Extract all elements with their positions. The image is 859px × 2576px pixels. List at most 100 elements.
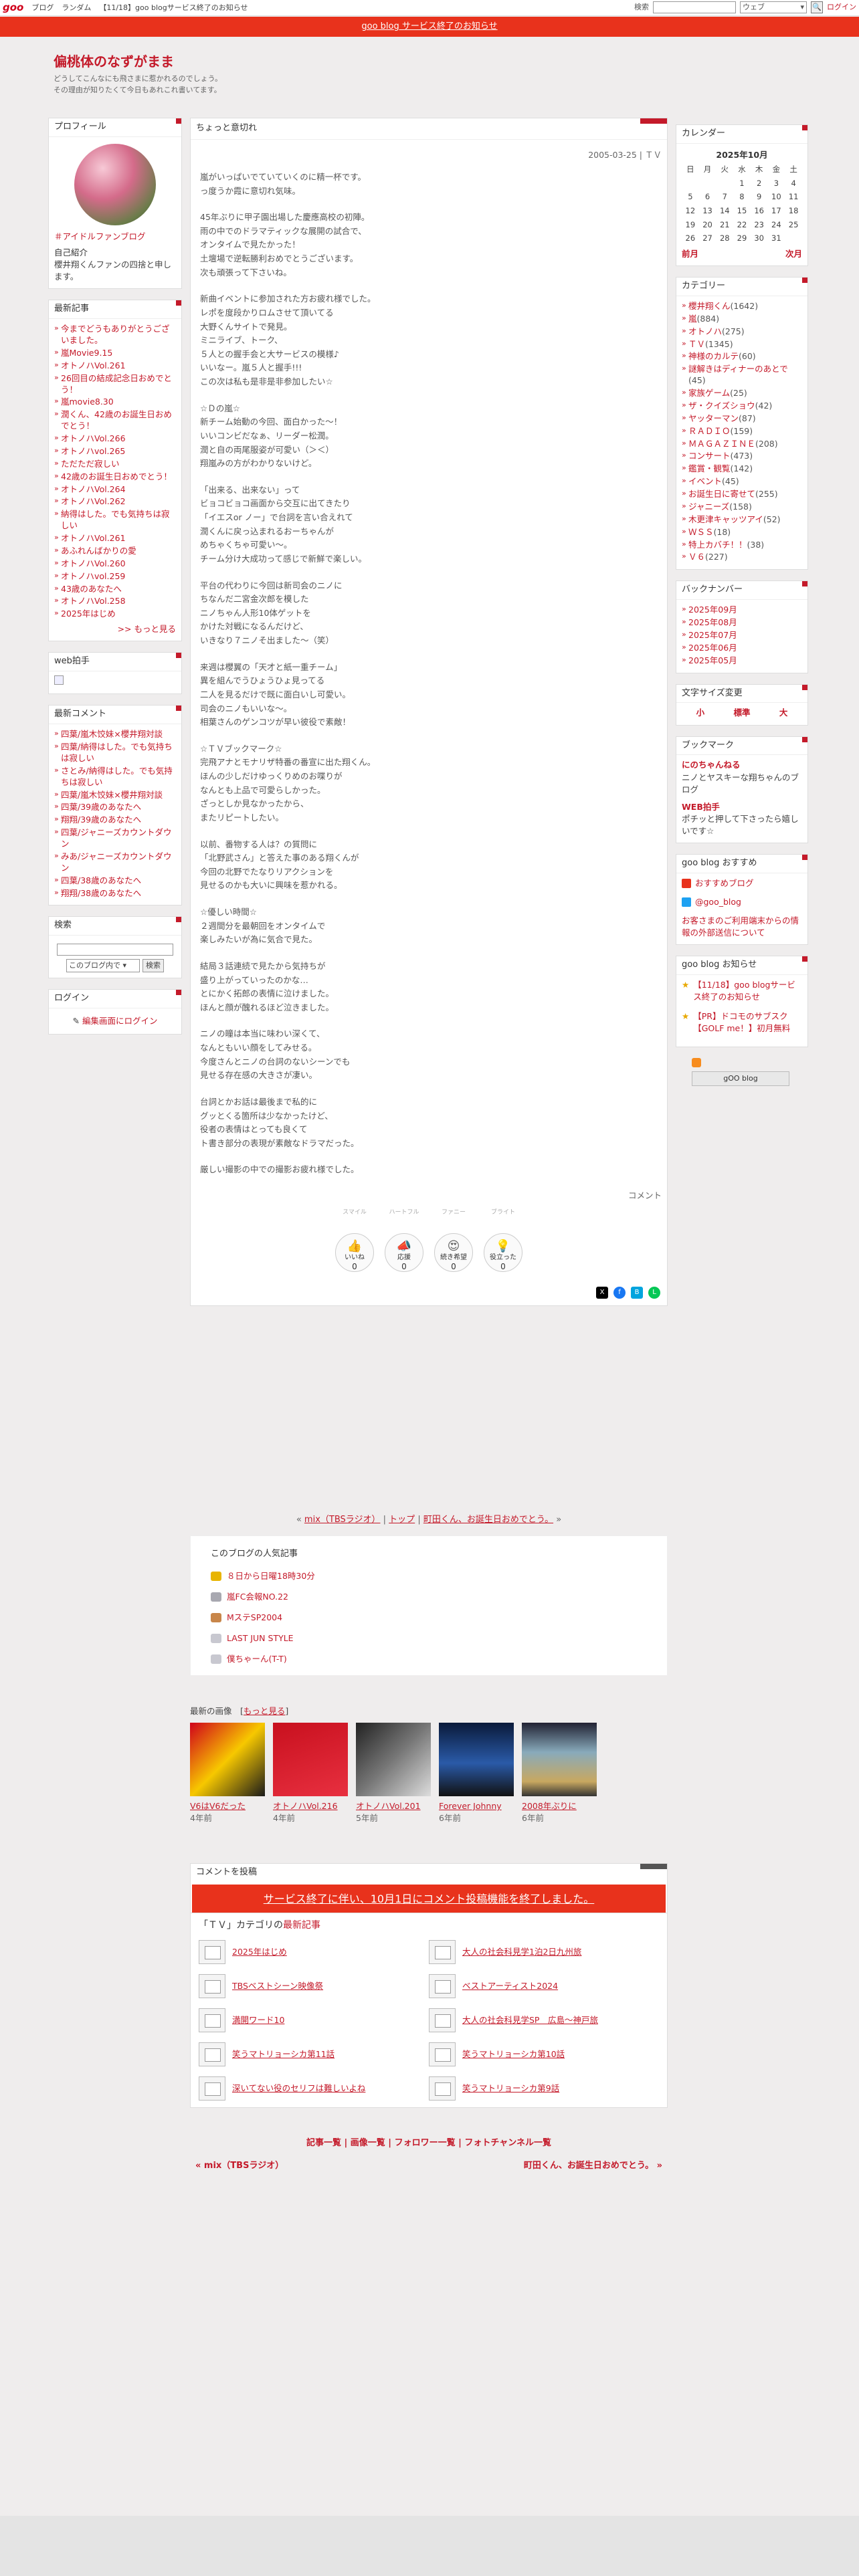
comment-link[interactable]: コメント [628,1190,662,1200]
topbar-link-blog[interactable]: ブログ [31,3,54,13]
backnumber-link[interactable]: 2025年09月 [688,605,737,615]
category-entry-link[interactable]: ベストアーティスト2024 [462,1980,558,1992]
category-entry-link[interactable]: TBSベストシーン映像祭 [232,1980,323,1992]
image-thumbnail[interactable] [439,1723,514,1797]
next-entry-link[interactable]: 町田くん、お誕生日おめでとう。 [423,1515,553,1525]
image-title-link[interactable]: オトノハVol.201 [356,1800,431,1812]
bookmark-link-2[interactable]: WEB拍手 [682,802,720,812]
recent-comment-link[interactable]: みあ/ジャニーズカウントダウン [61,851,171,873]
image-thumbnail[interactable] [190,1723,265,1797]
external-info-link[interactable]: お客さまのご利用端末からの情報の外部送信について [682,916,799,938]
blog-title[interactable]: 偏桃体のなずがまま [54,52,174,72]
recent-entry-link[interactable]: 今までどうもありがとうございました。 [61,324,170,345]
recent-comment-link[interactable]: 翔翔/39歳のあなたへ [61,815,141,825]
image-title-link[interactable]: Forever Johnny [439,1800,514,1812]
backnumber-link[interactable]: 2025年06月 [688,643,737,653]
popular-entry-link[interactable]: MステSP2004 [227,1612,282,1624]
x-share-icon[interactable]: X [596,1287,608,1299]
search-scope-select[interactable]: ウェブ ▾ [740,1,807,13]
footer-links[interactable]: 記事一覧 | 画像一覧 | フォロワー一覧 | フォトチャンネル一覧 [190,2137,668,2150]
recent-entry-link[interactable]: 嵐movie8.30 [61,397,114,407]
backnumber-link[interactable]: 2025年05月 [688,655,737,665]
category-link[interactable]: 特上カバチ！！ [688,540,747,550]
category-link[interactable]: オトノハ [688,326,722,336]
line-share-icon[interactable]: L [648,1287,660,1299]
reaction-button[interactable]: 📣 応援 0 [385,1233,423,1273]
recent-comment-link[interactable]: 四葉/39歳のあなたへ [61,802,141,812]
recent-entry-link[interactable]: あふれんばかりの愛 [61,546,136,556]
image-thumbnail[interactable] [356,1723,431,1797]
category-link[interactable]: 嵐 [688,314,697,324]
category-entry-link[interactable]: 深いてない役のセリフは難しいよね [232,2082,365,2095]
recent-entry-link[interactable]: オトノハVol.264 [61,484,126,494]
category-link[interactable]: 謎解きはディナーのあとで [688,364,788,374]
category-link[interactable]: ＭＡＧＡＺＩＮＥ [688,439,755,449]
recent-entry-link[interactable]: オトノハVol.261 [61,360,126,370]
topbar-link-random[interactable]: ランダム [62,3,91,13]
calendar-next-link[interactable]: 次月 [785,248,802,260]
category-entry-link[interactable]: 2025年はじめ [232,1946,287,1958]
more-entries-link[interactable]: >> もっと見る [118,624,176,634]
blog-search-button[interactable]: 検索 [142,958,164,972]
recent-entry-link[interactable]: 26回目の結成記念日おめでとう！ [61,373,172,395]
category-entry-link[interactable]: 大人の社会科見学SP 広島～神戸旅 [462,2014,598,2026]
backnumber-link[interactable]: 2025年07月 [688,630,737,640]
search-input[interactable] [653,1,736,13]
recent-comment-link[interactable]: 四葉/納得はした。でも気持ちは寂しい [61,742,173,763]
recent-entry-link[interactable]: オトノハVol.260 [61,558,126,568]
recent-entry-link[interactable]: 43歳のあなたへ [61,584,122,594]
reaction-button[interactable]: 💡 役立った 0 [484,1233,522,1273]
recent-comment-link[interactable]: さとみ/納得はした。でも気持ちは寂しい [61,766,173,787]
facebook-share-icon[interactable]: f [613,1287,626,1299]
search-button[interactable]: 🔍 [811,1,823,13]
recent-entry-link[interactable]: オトノハVol.266 [61,433,126,443]
recent-comment-link[interactable]: 四葉/嵐木饺妹×櫻井翔対談 [61,790,163,800]
comment-closed-link[interactable]: サービス終了に伴い、10月1日にコメント投稿機能を終了しました。 [264,1893,595,1905]
service-end-link[interactable]: goo blog サービス終了のお知らせ [361,21,497,31]
font-size-small[interactable]: 小 [696,707,705,719]
reaction-button[interactable]: 👍 いいね 0 [335,1233,374,1273]
category-link[interactable]: 神様のカルテ [688,351,739,361]
category-link[interactable]: 家族ゲーム [688,388,730,398]
recent-comment-link[interactable]: 四葉/嵐木饺妹×櫻井翔対談 [61,729,163,739]
reaction-button[interactable]: 😍 続き希望 0 [434,1233,473,1273]
images-more-link[interactable]: もっと見る [244,1706,286,1716]
image-title-link[interactable]: オトノハVol.216 [273,1800,348,1812]
rss-icon[interactable] [692,1057,701,1067]
entry-thumbnail-icon[interactable] [199,2008,225,2033]
category-link[interactable]: ヤッターマン [688,413,739,423]
notice-link-2[interactable]: 【PR】ドコモのサブスク【GOLF me！】初月無料 [693,1010,802,1035]
entry-thumbnail-icon[interactable] [199,2076,225,2101]
recent-entry-link[interactable]: 嵐Movie9.15 [61,348,112,358]
backnumber-link[interactable]: 2025年08月 [688,617,737,627]
category-link[interactable]: ジャニーズ [688,502,729,512]
image-title-link[interactable]: 2008年ぶりに [522,1800,597,1812]
category-link[interactable]: お誕生日に寄せて [688,489,755,499]
profile-tag-link[interactable]: ＃アイドルファンブログ [54,231,146,241]
recent-entry-link[interactable]: 納得はした。でも気持ちは寂しい [61,509,170,530]
image-thumbnail[interactable] [273,1723,348,1797]
recent-comment-link[interactable]: 翔翔/38歳のあなたへ [61,888,141,898]
entry-thumbnail-icon[interactable] [429,1940,456,1965]
recent-comment-link[interactable]: 四葉/ジャニーズカウントダウン [61,827,171,849]
login-link[interactable]: ログイン [827,2,856,13]
entry-thumbnail-icon[interactable] [199,1940,225,1965]
notice-link-1[interactable]: 【11/18】goo blogサービス終了のお知らせ [693,979,802,1003]
goo-blog-twitter-link[interactable]: @goo_blog [695,896,741,908]
category-link[interactable]: ザ・クイズショウ [688,401,755,411]
entry-thumbnail-icon[interactable] [429,2008,456,2033]
category-link[interactable]: ＴＶ [688,339,705,349]
blog-search-input[interactable] [57,944,173,956]
category-link[interactable]: ＲＡＤＩＯ [688,426,731,436]
category-link[interactable]: 櫻井翔くん [688,301,731,311]
font-size-normal[interactable]: 標準 [733,707,750,719]
broken-image-icon[interactable] [54,675,64,685]
image-title-link[interactable]: V6はV6だった [190,1800,265,1812]
recent-entry-link[interactable]: オトノハVol.258 [61,596,126,606]
entry-thumbnail-icon[interactable] [429,2076,456,2101]
goo-logo[interactable]: goo [3,1,23,15]
recent-entry-link[interactable]: オトノハvol.265 [61,446,125,456]
footer-prev-link[interactable]: « mix（TBSラジオ） [195,2160,284,2173]
entry-thumbnail-icon[interactable] [199,2042,225,2067]
category-entry-link[interactable]: 笑うマトリョーシカ第10話 [462,2048,565,2060]
